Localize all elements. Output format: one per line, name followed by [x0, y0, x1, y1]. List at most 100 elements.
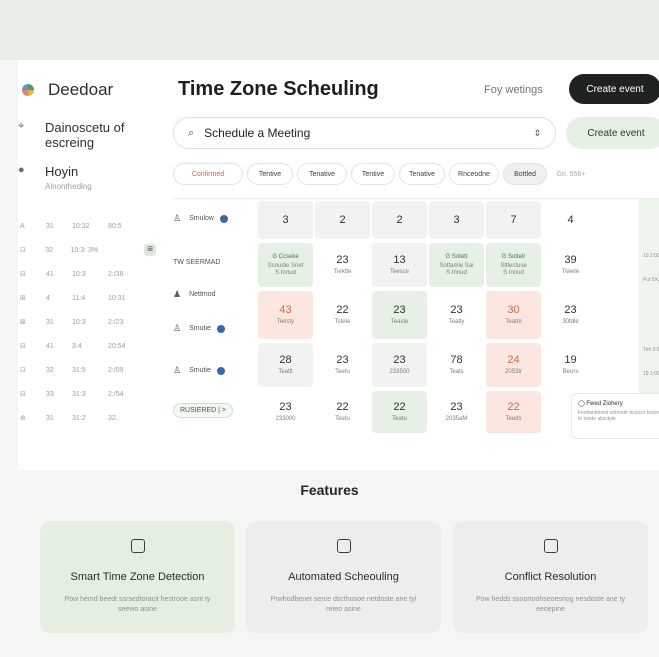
sidebar-row-cell: 31:2: [72, 414, 86, 422]
sidebar-item-dainoscetu[interactable]: ⌖ Dainoscetu of escreing: [18, 120, 135, 150]
filter-chip[interactable]: Bottled: [503, 163, 547, 185]
note-desc: Festtantdonol sdrmodr fecticsr bsdom to …: [578, 410, 659, 422]
sidebar-row[interactable]: ⊟ 33 31:3 2:/54: [18, 382, 156, 406]
row-label[interactable]: RUSIERED | >: [173, 403, 233, 418]
feature-card-automated-scheduling[interactable]: Automated Scheouling Prwhodbenet serce d…: [246, 521, 441, 633]
sidebar-row-cell: 2:/23: [108, 318, 124, 326]
grid-cell[interactable]: 23 2035aM: [429, 391, 484, 433]
cell-sub: Teats: [449, 369, 464, 375]
filter-chip[interactable]: Rnceodne: [449, 163, 499, 185]
cell-value: 43: [279, 304, 292, 316]
filter-chip[interactable]: Confirmed: [173, 163, 243, 185]
row-label[interactable]: ♟ Nettmod: [173, 289, 216, 300]
grid-header-cell[interactable]: 2: [315, 201, 370, 239]
row-label[interactable]: ♙ Smutie: [173, 365, 225, 376]
phone-icon: [130, 539, 145, 553]
grid-cell[interactable]: 23 Teasle: [372, 291, 427, 339]
my-meetings-link[interactable]: Foy wetings: [484, 84, 543, 96]
row-label[interactable]: ♙ Smulow: [173, 213, 228, 224]
grid-cell[interactable]: G Sottelr Sttlectuse S Innud: [486, 243, 541, 287]
grid-cell[interactable]: 78 Teats: [429, 343, 484, 387]
sidebar-row-cell: 2:/09: [108, 366, 124, 374]
sidebar-row[interactable]: ⊡ 32 31:5 2:/09: [18, 358, 156, 382]
grid-cell[interactable]: 22 Teeds: [486, 391, 541, 433]
row-label[interactable]: ♙ Smutie: [173, 323, 225, 334]
sidebar-row-cell: 32: [45, 246, 54, 254]
cell-value: 78: [450, 354, 463, 366]
cell-value: 23: [393, 304, 406, 316]
logo-icon: [22, 84, 34, 96]
grid-header-cell[interactable]: 3: [429, 201, 484, 239]
sidebar-row-cell: 10:31: [108, 294, 126, 302]
feature-card-smart-detection[interactable]: Smart Time Zone Detection Pow hemd beedt…: [40, 521, 235, 633]
cell-value: 2: [339, 214, 346, 226]
create-event-secondary-button[interactable]: Create event: [566, 117, 659, 149]
grid-cell[interactable]: 23 233500: [372, 343, 427, 387]
top-band: [0, 0, 659, 60]
grid-cell[interactable]: 24 2053tr: [486, 343, 541, 387]
grid-cell[interactable]: G Sotett Sottamle Sai S Innud: [429, 243, 484, 287]
note-card[interactable]: ◯ Fwed Ziohery Festtantdonol sdrmodr fec…: [571, 393, 659, 439]
sidebar-row[interactable]: ⊟ 41 10:3 2:/38: [18, 262, 156, 286]
grid-cell[interactable]: 23 Teatly: [429, 291, 484, 339]
cell-value: 23: [450, 304, 463, 316]
row-label-text: RUSIERED | >: [173, 403, 233, 418]
sort-icon[interactable]: ⇕: [533, 128, 541, 139]
logo[interactable]: Deedoar: [18, 78, 113, 102]
sidebar-row-cell: 10:32: [72, 222, 90, 230]
sidebar-row[interactable]: ⊠ 31 10:3 2:/23: [18, 310, 156, 334]
calendar-icon: [336, 539, 351, 553]
user-icon: ♙: [173, 365, 182, 375]
grid-cell[interactable]: 22 Teatu: [372, 391, 427, 433]
circle-icon: ●: [18, 164, 25, 176]
filter-chip[interactable]: Tentive: [351, 163, 395, 185]
filter-chip[interactable]: Tentive: [247, 163, 293, 185]
filter-chips: Confirmed Tentive Tenative Tentive Tenative R…: [173, 163, 595, 187]
grid-cell[interactable]: 23 233000: [258, 391, 313, 433]
grid-cell[interactable]: 28 Teatlt: [258, 343, 313, 387]
create-event-button[interactable]: Create event: [569, 74, 659, 104]
sidebar-row-cell: 10:3: [72, 270, 86, 278]
globe-icon: [216, 366, 225, 375]
grid-header-cell[interactable]: 2: [372, 201, 427, 239]
grid-header-cell[interactable]: 7: [486, 201, 541, 239]
grid-cell[interactable]: 19 Beurs: [543, 343, 598, 387]
filter-chip[interactable]: Gri. 556+: [551, 163, 591, 185]
sidebar-list: A 31 10:32 80:5 ⊡ 32 10:3: 3% ⊞ ⊟ 41 10:3 2:/38 ⊞ 4 11…: [18, 214, 156, 430]
grid-cell[interactable]: 30 Teatm: [486, 291, 541, 339]
filter-chip[interactable]: Tenative: [297, 163, 347, 185]
filter-chip[interactable]: Tenative: [399, 163, 445, 185]
feature-card-conflict-resolution[interactable]: Conflict Resolution Pow hedds ssoortoohs…: [453, 521, 648, 633]
feature-desc: Pow hemd beedt ssrsedtoracit hestrooe as…: [64, 596, 211, 613]
sidebar-row-cell: 31: [46, 414, 54, 422]
sidebar-row[interactable]: ⊟ 41 3:4 20:54: [18, 334, 156, 358]
row-label-text: Nettmod: [189, 291, 216, 298]
sidebar-row[interactable]: A 31 10:32 80:5: [18, 214, 156, 238]
row-label-text: TW SEERMAD: [173, 259, 221, 266]
grid-cell[interactable]: 23 Tiektte: [315, 243, 370, 287]
grid-cell[interactable]: 23 Teetu: [315, 343, 370, 387]
grid-cell[interactable]: 23 30tdle: [543, 291, 598, 339]
cell-sub: Sttlectuse S Innud: [500, 262, 527, 276]
grid-cell[interactable]: 22 Teetu: [315, 391, 370, 433]
grid-header-cell[interactable]: 3: [258, 201, 313, 239]
grid-cell[interactable]: 22 Tstete: [315, 291, 370, 339]
cell-sub: Teatu: [392, 416, 407, 422]
grid-cell[interactable]: 43 Teesty: [258, 291, 313, 339]
sidebar-row[interactable]: ⊡ 32 10:3: 3% ⊞: [18, 238, 156, 262]
sidebar-item-hoyin[interactable]: ● Hoyin: [18, 164, 78, 179]
cell-value: 19: [564, 354, 577, 366]
grid-header-cell[interactable]: 4: [543, 201, 598, 239]
grid-cell[interactable]: G Ccseke Ssoudie Snet S Innud: [258, 243, 313, 287]
cell-sub: Tiektte: [333, 269, 352, 275]
row-label[interactable]: TW SEERMAD: [173, 259, 220, 266]
cell-sub: Teesty: [276, 319, 295, 325]
search-input[interactable]: ⌕ Schedule a Meeting ⇕: [173, 117, 556, 149]
grid-cell[interactable]: 39 Tiwete: [543, 243, 598, 287]
sidebar-row[interactable]: ⊕ 31 31:2 32.: [18, 406, 156, 430]
grid-icon[interactable]: ⊞: [144, 244, 156, 256]
sidebar-row-cell: 31: [46, 318, 54, 326]
grid-cell[interactable]: 13 Teesce: [372, 243, 427, 287]
sidebar-row[interactable]: ⊞ 4 11:4 10:31: [18, 286, 156, 310]
side-panel-entry: 19 1:00: [643, 371, 659, 377]
